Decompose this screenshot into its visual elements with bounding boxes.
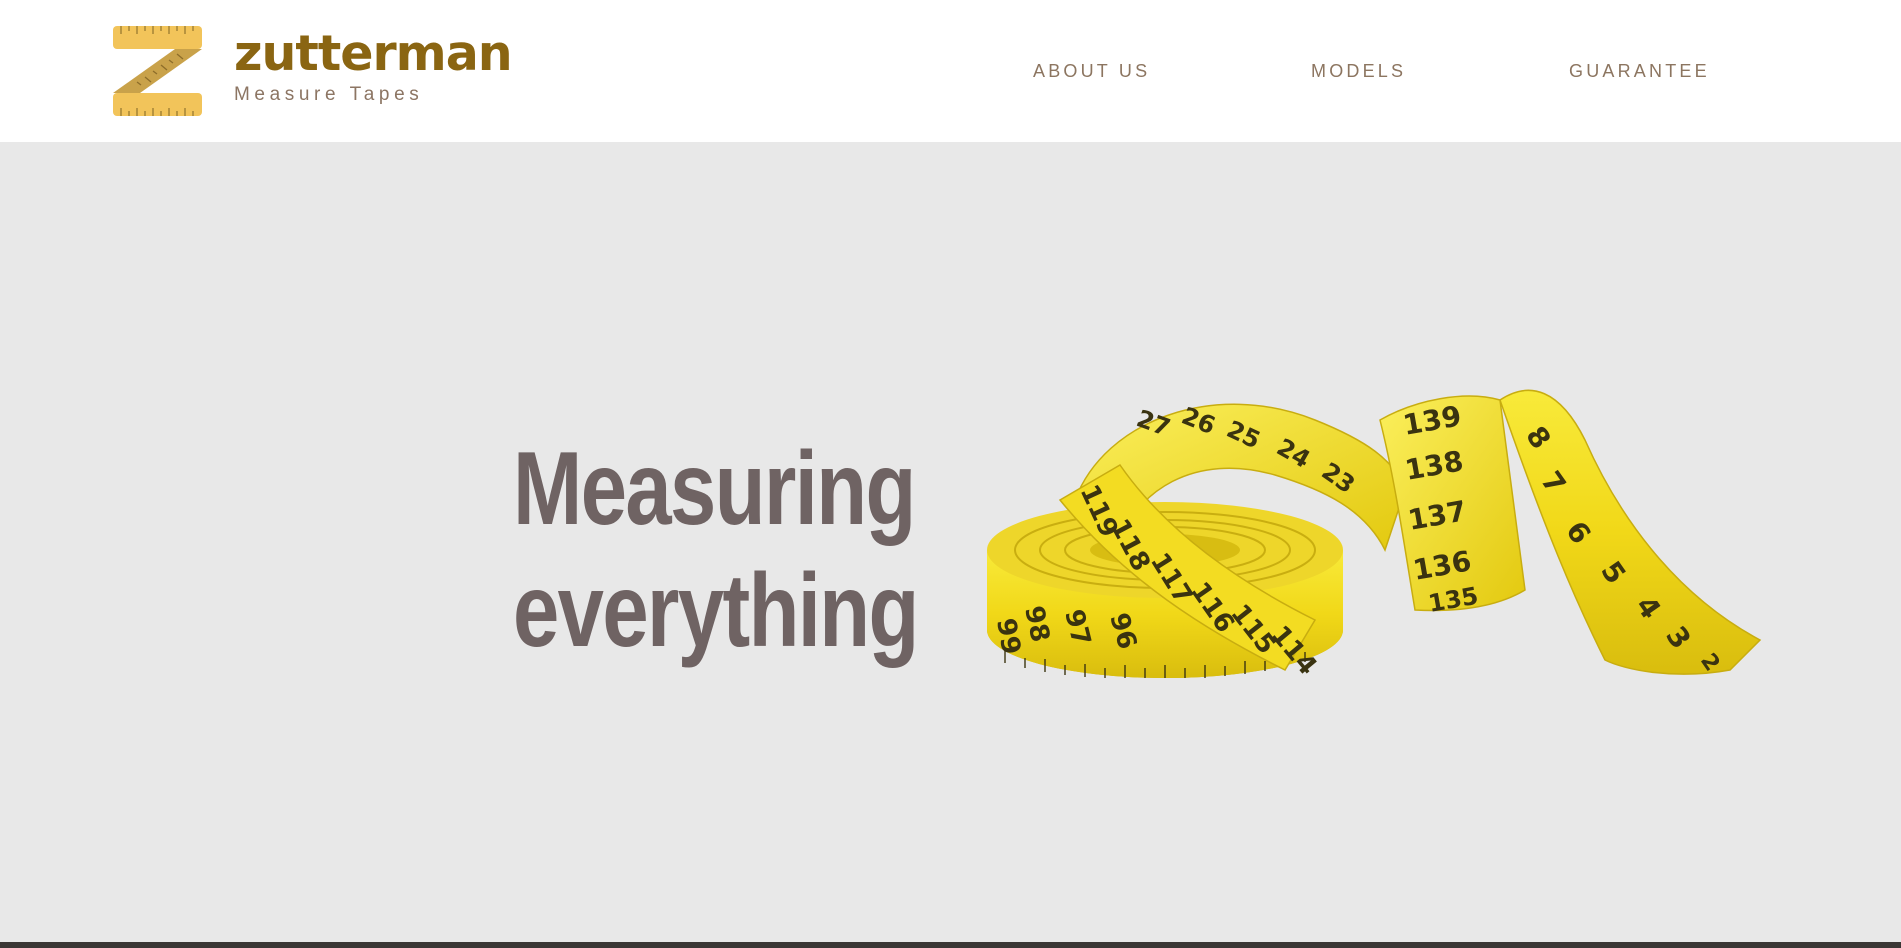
footer-edge [0, 942, 1901, 948]
hero-heading-line-1: Measuring [513, 431, 916, 547]
hero-heading: Measuring everything [513, 428, 919, 672]
nav-models[interactable]: MODELS [1311, 60, 1406, 82]
nav-about-us[interactable]: ABOUT US [1033, 60, 1150, 82]
page: zutterman Measure Tapes ABOUT US MODELS … [0, 0, 1901, 948]
tape-measure-roll-image: 99 98 97 96 27 26 25 24 23 119 118 117 1… [987, 389, 1762, 681]
hero-heading-line-2: everything [513, 553, 919, 669]
brand-tagline: Measure Tapes [234, 84, 424, 105]
brand-home-link[interactable]: zutterman Measure Tapes [113, 26, 513, 118]
brand-name: zutterman [234, 25, 513, 82]
nav-guarantee[interactable]: GUARANTEE [1569, 60, 1710, 82]
site-header: zutterman Measure Tapes ABOUT US MODELS … [0, 0, 1901, 142]
tape-z-logo-icon [113, 26, 202, 116]
svg-text:99: 99 [990, 616, 1026, 657]
